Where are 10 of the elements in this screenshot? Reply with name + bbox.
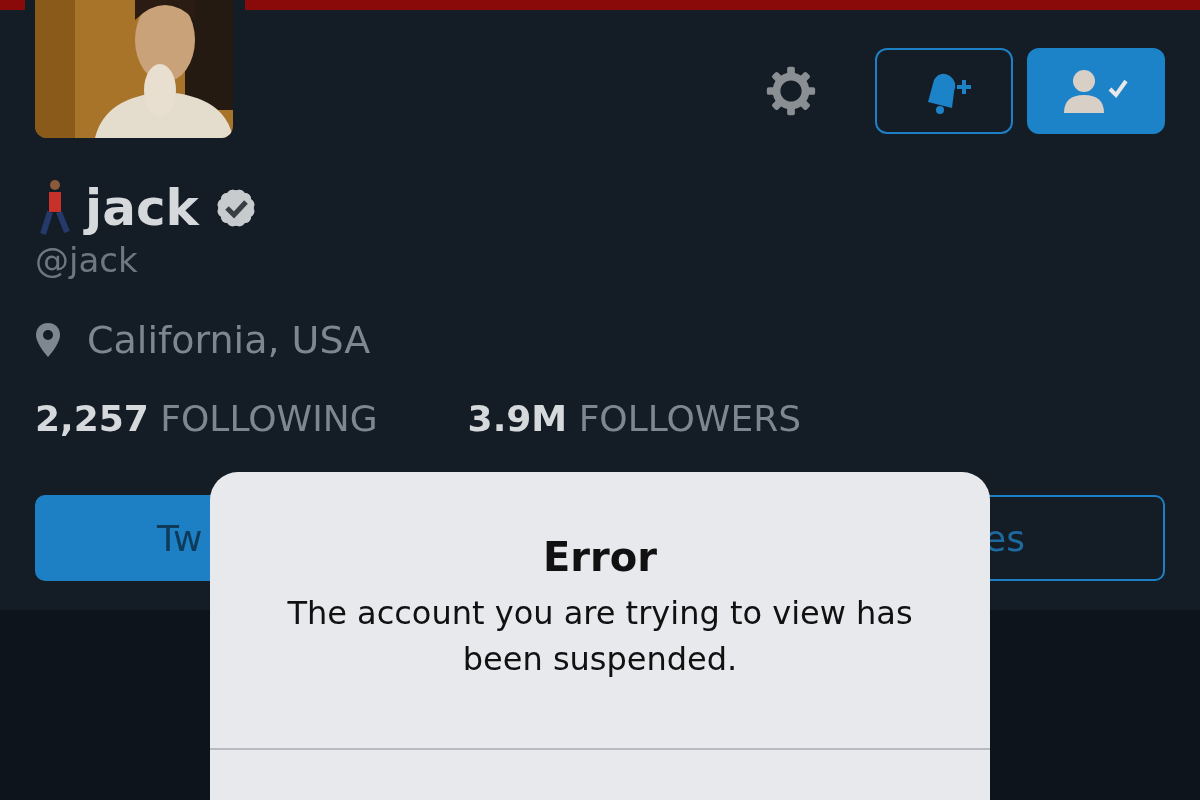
alert-message: The account you are trying to view has been suspended. [286, 593, 914, 680]
stat-link[interactable]: 2,257 FOLLOWING [35, 398, 378, 439]
handle: @jack [35, 240, 139, 280]
alert-title: Error [542, 534, 658, 580]
stat-link[interactable]: 3.9M FOLLOWERS [467, 398, 802, 439]
display-name: jack [85, 178, 199, 238]
location: California, USA [87, 318, 371, 362]
location-pin-icon [35, 322, 61, 358]
notifications-button[interactable] [875, 48, 1013, 134]
following-button[interactable] [1027, 48, 1165, 134]
